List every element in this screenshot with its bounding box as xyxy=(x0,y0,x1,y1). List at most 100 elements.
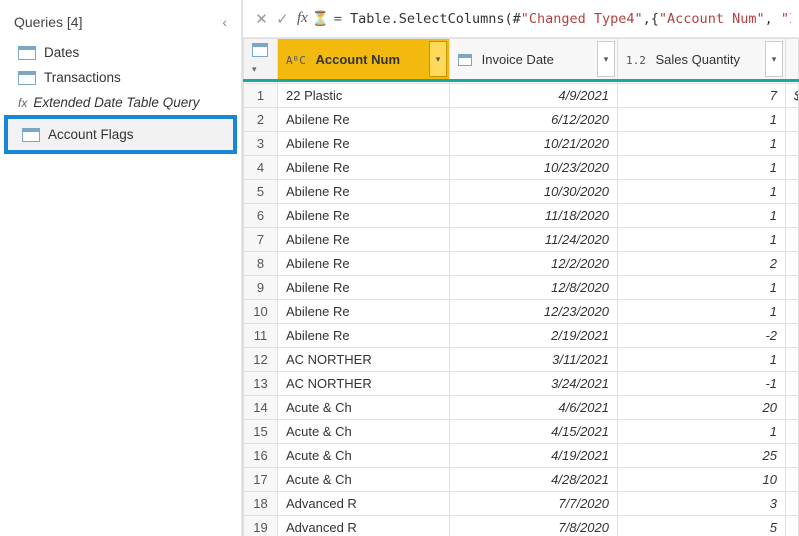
cell-extra[interactable] xyxy=(786,180,799,204)
table-row[interactable]: 7Abilene Re11/24/20201 xyxy=(244,228,799,252)
cell-account[interactable]: Abilene Re xyxy=(278,324,450,348)
cell-invoice-date[interactable]: 11/18/2020 xyxy=(450,204,618,228)
cell-account[interactable]: Abilene Re xyxy=(278,132,450,156)
cell-extra[interactable] xyxy=(786,204,799,228)
cell-sales-quantity[interactable]: 3 xyxy=(618,492,786,516)
table-row[interactable]: 14Acute & Ch4/6/202120 xyxy=(244,396,799,420)
table-row[interactable]: 6Abilene Re11/18/20201 xyxy=(244,204,799,228)
table-row[interactable]: 15Acute & Ch4/15/20211 xyxy=(244,420,799,444)
query-item-extended-date[interactable]: fx Extended Date Table Query xyxy=(0,90,241,115)
cell-extra[interactable] xyxy=(786,132,799,156)
cell-extra[interactable] xyxy=(786,276,799,300)
query-item-transactions[interactable]: Transactions xyxy=(0,65,241,90)
cell-account[interactable]: 22 Plastic xyxy=(278,84,450,108)
cell-account[interactable]: AC NORTHER xyxy=(278,348,450,372)
cell-account[interactable]: Advanced R xyxy=(278,516,450,536)
cell-extra[interactable]: $ xyxy=(786,84,799,108)
cell-extra[interactable] xyxy=(786,348,799,372)
cell-account[interactable]: Abilene Re xyxy=(278,180,450,204)
cell-invoice-date[interactable]: 10/30/2020 xyxy=(450,180,618,204)
query-item-dates[interactable]: Dates xyxy=(0,40,241,65)
cell-invoice-date[interactable]: 11/24/2020 xyxy=(450,228,618,252)
cell-invoice-date[interactable]: 4/15/2021 xyxy=(450,420,618,444)
cancel-formula-icon[interactable]: ✕ xyxy=(251,10,272,28)
cell-account[interactable]: AC NORTHER xyxy=(278,372,450,396)
row-header-corner[interactable]: ▾ xyxy=(244,39,278,81)
table-row[interactable]: 9Abilene Re12/8/20201 xyxy=(244,276,799,300)
cell-extra[interactable] xyxy=(786,396,799,420)
table-row[interactable]: 11Abilene Re2/19/2021-2 xyxy=(244,324,799,348)
cell-extra[interactable] xyxy=(786,252,799,276)
cell-invoice-date[interactable]: 7/7/2020 xyxy=(450,492,618,516)
column-header-invoice-date[interactable]: Invoice Date ▾ xyxy=(450,39,618,81)
cell-invoice-date[interactable]: 4/28/2021 xyxy=(450,468,618,492)
table-row[interactable]: 10Abilene Re12/23/20201 xyxy=(244,300,799,324)
commit-formula-icon[interactable]: ✓ xyxy=(272,10,293,28)
cell-invoice-date[interactable]: 10/23/2020 xyxy=(450,156,618,180)
cell-extra[interactable] xyxy=(786,468,799,492)
filter-dropdown-icon[interactable]: ▾ xyxy=(597,41,615,77)
table-row[interactable]: 17Acute & Ch4/28/202110 xyxy=(244,468,799,492)
cell-sales-quantity[interactable]: 10 xyxy=(618,468,786,492)
cell-account[interactable]: Acute & Ch xyxy=(278,468,450,492)
cell-extra[interactable] xyxy=(786,492,799,516)
cell-invoice-date[interactable]: 4/9/2021 xyxy=(450,84,618,108)
cell-sales-quantity[interactable]: 7 xyxy=(618,84,786,108)
table-row[interactable]: 5Abilene Re10/30/20201 xyxy=(244,180,799,204)
column-header-sales-quantity[interactable]: 1.2 Sales Quantity ▾ xyxy=(618,39,786,81)
table-row[interactable]: 12AC NORTHER3/11/20211 xyxy=(244,348,799,372)
cell-sales-quantity[interactable]: 1 xyxy=(618,180,786,204)
cell-invoice-date[interactable]: 10/21/2020 xyxy=(450,132,618,156)
cell-sales-quantity[interactable]: 1 xyxy=(618,156,786,180)
cell-extra[interactable] xyxy=(786,372,799,396)
cell-account[interactable]: Abilene Re xyxy=(278,204,450,228)
collapse-sidebar-icon[interactable]: ‹ xyxy=(222,14,227,30)
cell-sales-quantity[interactable]: 1 xyxy=(618,132,786,156)
cell-sales-quantity[interactable]: 1 xyxy=(618,420,786,444)
cell-extra[interactable] xyxy=(786,444,799,468)
cell-account[interactable]: Abilene Re xyxy=(278,252,450,276)
cell-sales-quantity[interactable]: 25 xyxy=(618,444,786,468)
cell-invoice-date[interactable]: 12/2/2020 xyxy=(450,252,618,276)
table-row[interactable]: 2Abilene Re6/12/20201 xyxy=(244,108,799,132)
column-header-extra[interactable] xyxy=(786,39,799,81)
table-row[interactable]: 3Abilene Re10/21/20201 xyxy=(244,132,799,156)
cell-invoice-date[interactable]: 12/8/2020 xyxy=(450,276,618,300)
table-row[interactable]: 16Acute & Ch4/19/202125 xyxy=(244,444,799,468)
filter-dropdown-icon[interactable]: ▾ xyxy=(765,41,783,77)
table-row[interactable]: 8Abilene Re12/2/20202 xyxy=(244,252,799,276)
cell-account[interactable]: Abilene Re xyxy=(278,108,450,132)
table-row[interactable]: 18Advanced R7/7/20203 xyxy=(244,492,799,516)
cell-invoice-date[interactable]: 6/12/2020 xyxy=(450,108,618,132)
cell-account[interactable]: Abilene Re xyxy=(278,156,450,180)
table-row[interactable]: 122 Plastic4/9/20217$ xyxy=(244,84,799,108)
cell-sales-quantity[interactable]: -2 xyxy=(618,324,786,348)
filter-dropdown-icon[interactable]: ▾ xyxy=(429,41,447,77)
cell-invoice-date[interactable]: 7/8/2020 xyxy=(450,516,618,536)
query-item-account-flags[interactable]: Account Flags xyxy=(8,119,233,150)
cell-extra[interactable] xyxy=(786,324,799,348)
cell-sales-quantity[interactable]: 1 xyxy=(618,300,786,324)
cell-invoice-date[interactable]: 4/6/2021 xyxy=(450,396,618,420)
cell-invoice-date[interactable]: 4/19/2021 xyxy=(450,444,618,468)
cell-invoice-date[interactable]: 2/19/2021 xyxy=(450,324,618,348)
cell-sales-quantity[interactable]: 1 xyxy=(618,276,786,300)
cell-account[interactable]: Acute & Ch xyxy=(278,420,450,444)
cell-account[interactable]: Advanced R xyxy=(278,492,450,516)
formula-text[interactable]: = Table.SelectColumns(#"Changed Type4",{… xyxy=(334,11,791,27)
cell-invoice-date[interactable]: 3/11/2021 xyxy=(450,348,618,372)
table-row[interactable]: 19Advanced R7/8/20205 xyxy=(244,516,799,536)
cell-account[interactable]: Acute & Ch xyxy=(278,444,450,468)
table-row[interactable]: 4Abilene Re10/23/20201 xyxy=(244,156,799,180)
cell-sales-quantity[interactable]: 1 xyxy=(618,228,786,252)
table-row[interactable]: 13AC NORTHER3/24/2021-1 xyxy=(244,372,799,396)
cell-sales-quantity[interactable]: 2 xyxy=(618,252,786,276)
cell-extra[interactable] xyxy=(786,156,799,180)
cell-extra[interactable] xyxy=(786,516,799,536)
cell-account[interactable]: Abilene Re xyxy=(278,276,450,300)
cell-sales-quantity[interactable]: 5 xyxy=(618,516,786,536)
cell-sales-quantity[interactable]: 20 xyxy=(618,396,786,420)
cell-sales-quantity[interactable]: -1 xyxy=(618,372,786,396)
column-header-account-num[interactable]: AᴮC Account Num ▾ xyxy=(278,39,450,81)
cell-extra[interactable] xyxy=(786,420,799,444)
